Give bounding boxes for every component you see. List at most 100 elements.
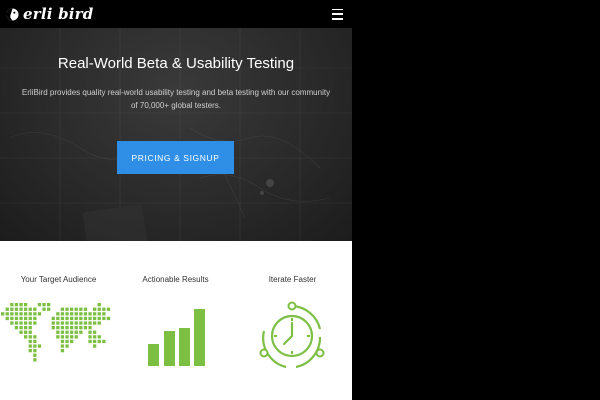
map-dot: [65, 339, 69, 344]
feature-title: Iterate Faster: [268, 275, 317, 284]
hamburger-menu-icon[interactable]: [332, 8, 343, 20]
map-dot: [88, 316, 92, 321]
map-dot: [60, 321, 65, 325]
map-dot: [24, 316, 28, 321]
hero-subtitle: ErliBird provides quality real-world usa…: [21, 88, 331, 110]
map-dot: [28, 321, 32, 325]
map-dot: [65, 344, 69, 348]
map-dot: [83, 312, 88, 316]
map-dot: [83, 307, 88, 311]
map-dot: [24, 335, 28, 339]
map-dot: [74, 330, 78, 334]
cycle-clock-icon: [259, 301, 325, 369]
map-dot: [79, 316, 83, 321]
world-map-icon: [1, 303, 111, 362]
map-dot: [79, 307, 83, 311]
map-dot: [88, 312, 92, 316]
map-dot: [33, 353, 37, 357]
bar-chart-icon: [148, 309, 205, 366]
map-dot: [28, 307, 32, 311]
map-dot: [102, 307, 106, 311]
map-dot: [24, 303, 28, 307]
map-dot: [60, 316, 65, 321]
feature-title: Your Target Audience: [20, 275, 97, 284]
map-dot: [97, 335, 101, 339]
map-dot: [33, 335, 37, 339]
map-dot: [33, 312, 37, 316]
map-dot: [70, 312, 74, 316]
map-dot: [93, 330, 97, 334]
map-dot: [70, 321, 74, 325]
map-dot: [93, 339, 97, 344]
map-dot: [83, 321, 88, 325]
map-dot: [88, 330, 92, 334]
map-dot: [56, 312, 60, 316]
pricing-signup-button[interactable]: PRICING & SIGNUP: [117, 141, 234, 174]
map-dot: [79, 326, 83, 330]
map-dot: [5, 316, 9, 321]
map-dot: [14, 326, 19, 330]
map-dot: [56, 330, 60, 334]
map-dot: [56, 326, 60, 330]
map-dot: [74, 312, 78, 316]
map-dot: [33, 321, 37, 325]
map-dot: [93, 307, 97, 311]
map-dot: [79, 330, 83, 334]
map-dot: [70, 330, 74, 334]
hero-section: Real-World Beta & Usability Testing Erli…: [0, 28, 352, 241]
map-dot: [70, 339, 74, 344]
map-dot: [19, 303, 23, 307]
map-dot: [28, 326, 32, 330]
map-dot: [28, 312, 32, 316]
map-dot: [10, 321, 14, 325]
map-dot: [5, 312, 9, 316]
map-dot: [65, 312, 69, 316]
map-dot: [97, 316, 101, 321]
map-dot: [42, 307, 46, 311]
map-dot: [83, 326, 88, 330]
website-viewport: erli bird Real-World Beta & Usability Te…: [0, 0, 352, 400]
map-dot: [102, 312, 106, 316]
map-dot: [65, 330, 69, 334]
map-dot: [70, 316, 74, 321]
map-dot: [14, 312, 19, 316]
feature-title: Actionable Results: [142, 275, 209, 284]
map-dot: [37, 303, 42, 307]
map-dot: [102, 316, 106, 321]
map-dot: [28, 339, 32, 344]
map-dot: [10, 312, 14, 316]
site-header: erli bird: [0, 0, 352, 28]
map-dot: [37, 312, 42, 316]
map-dot: [14, 307, 19, 311]
map-dot: [56, 316, 60, 321]
map-dot: [93, 321, 97, 325]
map-dot: [83, 316, 88, 321]
map-dot: [24, 321, 28, 325]
map-dot: [88, 339, 92, 344]
map-dot: [19, 312, 23, 316]
logo-link[interactable]: erli bird: [6, 5, 93, 23]
map-dot: [65, 316, 69, 321]
feature-target-audience: Your Target Audience: [0, 241, 117, 400]
feature-iterate-faster: Iterate Faster: [234, 241, 351, 400]
map-dot: [60, 307, 65, 311]
map-dot: [102, 339, 106, 344]
map-dot: [60, 330, 65, 334]
map-dot: [93, 335, 97, 339]
map-dot: [65, 321, 69, 325]
map-dot: [14, 321, 19, 325]
map-dot: [28, 316, 32, 321]
map-dot: [37, 344, 42, 348]
map-dot: [88, 335, 92, 339]
map-dot: [19, 326, 23, 330]
map-dot: [97, 339, 101, 344]
map-dot: [60, 339, 65, 344]
map-dot: [93, 312, 97, 316]
map-dot: [19, 316, 23, 321]
map-dot: [33, 349, 37, 353]
bird-logo-icon: [6, 7, 19, 21]
map-dot: [106, 316, 111, 321]
map-dot: [70, 307, 74, 311]
map-dot: [79, 321, 83, 325]
features-section: Your Target Audience Actionable Results …: [0, 241, 352, 400]
